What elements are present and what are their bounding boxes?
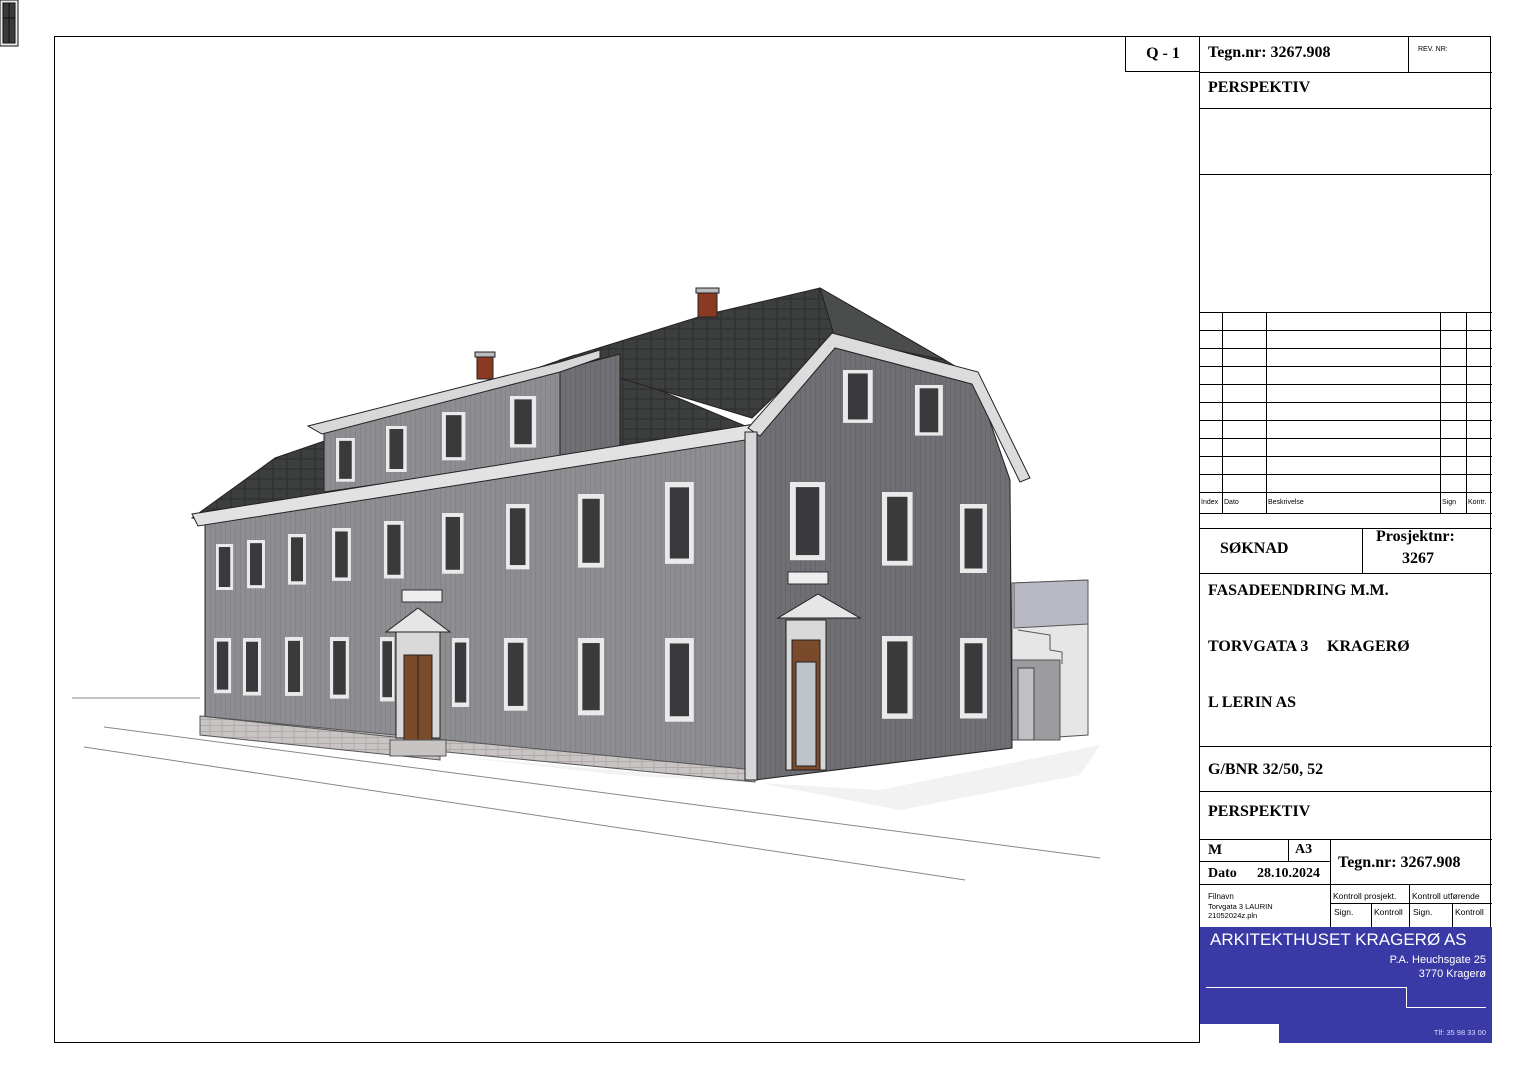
client-name: L LERIN AS xyxy=(1208,694,1297,711)
project-description: FASADEENDRING M.M. xyxy=(1208,582,1389,599)
window-front-lower xyxy=(330,637,349,699)
front-windows xyxy=(0,0,19,47)
date-value: 28.10.2024 xyxy=(1257,866,1320,881)
window-front-lower xyxy=(243,638,261,696)
title-block: Tegn.nr: 3267.908 REV. NR: PERSPEKTIV In… xyxy=(1199,36,1492,1043)
window-dormer xyxy=(510,396,537,448)
view-title: PERSPEKTIV xyxy=(1208,803,1311,820)
date-label: Dato xyxy=(1208,866,1237,881)
window-front-upper xyxy=(384,521,404,579)
company-phone: Tlf: 35 98 33 00 xyxy=(1433,1028,1486,1037)
rev-col-kontr: Kontr. xyxy=(1468,499,1487,506)
front-entrance xyxy=(384,607,452,757)
company-city: 3770 Kragerø xyxy=(1418,968,1486,980)
project-address: TORVGATA 3 xyxy=(1208,638,1309,655)
company-street: P.A. Heuchsgate 25 xyxy=(1389,954,1486,966)
sign-project: Sign. xyxy=(1334,907,1354,917)
paper-size: A3 xyxy=(1295,842,1313,857)
window xyxy=(0,0,19,47)
chimney-1 xyxy=(476,354,494,380)
rev-label: REV. NR: xyxy=(1418,46,1448,53)
control-executing-label: Kontroll utførende xyxy=(1412,891,1480,901)
window-dormer xyxy=(336,438,355,482)
window-gable xyxy=(882,492,913,566)
window-front-lower xyxy=(380,637,395,702)
window-front-upper xyxy=(506,504,530,570)
window-front-upper xyxy=(332,528,351,581)
window-gable xyxy=(960,504,987,573)
window-front-lower xyxy=(665,638,694,722)
window-front-upper xyxy=(247,540,265,589)
project-number-label: Prosjektnr: xyxy=(1376,528,1455,545)
project-town: KRAGERØ xyxy=(1327,638,1410,655)
window-gable xyxy=(882,636,913,719)
window-gable xyxy=(960,638,987,719)
rev-col-index: Index xyxy=(1201,499,1219,506)
filename-line2: 21052024z.pln xyxy=(1208,911,1258,920)
rev-col-sign: Sign xyxy=(1442,499,1457,506)
dormer-side xyxy=(559,353,621,459)
drawing-number-top: Tegn.nr: 3267.908 xyxy=(1208,44,1331,61)
window-front-upper xyxy=(578,494,605,568)
window-front-lower xyxy=(578,638,605,716)
window-gable xyxy=(915,385,943,436)
project-number: 3267 xyxy=(1402,550,1434,567)
window-front-upper xyxy=(442,513,464,574)
window-front-lower xyxy=(214,638,232,694)
kontroll-executing: Kontroll xyxy=(1455,907,1484,917)
window-dormer xyxy=(442,412,466,461)
window-front-upper xyxy=(288,534,306,585)
kontroll-project: Kontroll xyxy=(1374,907,1403,917)
drawing-number: Tegn.nr: 3267.908 xyxy=(1338,854,1461,871)
annex-building xyxy=(1011,579,1089,741)
rev-col-description: Beskrivelse xyxy=(1268,499,1304,506)
filename-label: Filnavn xyxy=(1208,892,1234,901)
window-front-lower xyxy=(504,638,528,711)
window-dormer xyxy=(386,426,407,472)
application-type: SØKNAD xyxy=(1220,540,1289,557)
sheet-code: Q - 1 xyxy=(1125,36,1200,72)
window-front-lower xyxy=(452,638,470,707)
sign-executing: Sign. xyxy=(1413,907,1433,917)
scale-label: M xyxy=(1208,842,1223,858)
window-gable xyxy=(790,482,826,561)
company-name: ARKITEKTHUSET KRAGERØ AS xyxy=(1210,930,1467,949)
window-front-lower xyxy=(285,637,303,696)
window-front-upper xyxy=(665,482,694,564)
window-gable xyxy=(843,370,873,423)
window-front-upper xyxy=(216,544,234,590)
chimney-2 xyxy=(697,291,718,318)
property-gbnr: G/BNR 32/50, 52 xyxy=(1208,761,1324,778)
view-title-top: PERSPEKTIV xyxy=(1208,79,1311,96)
rev-col-date: Dato xyxy=(1224,499,1239,506)
control-project-label: Kontroll prosjekt. xyxy=(1333,891,1397,901)
filename-line1: Torvgata 3 LAURIN xyxy=(1208,902,1273,911)
company-block: ARKITEKTHUSET KRAGERØ AS P.A. Heuchsgate… xyxy=(1200,927,1492,1024)
